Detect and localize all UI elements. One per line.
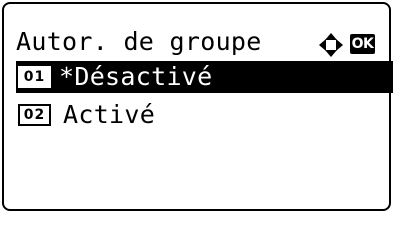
ok-key-icon: OK xyxy=(350,34,375,54)
four-way-arrow-icon xyxy=(319,33,343,57)
menu-item-label: *Désactivé xyxy=(59,62,213,91)
menu-item-disabled[interactable]: 01 *Désactivé xyxy=(16,61,393,93)
item-number-badge: 02 xyxy=(18,104,51,126)
lcd-panel: Autor. de groupe OK 01 *Désactivé 02 Act… xyxy=(2,2,393,211)
menu-item-label: Activé xyxy=(63,100,156,129)
screen-title: Autor. de groupe xyxy=(16,27,262,56)
item-number-badge: 01 xyxy=(18,66,51,88)
menu-item-enabled[interactable]: 02 Activé xyxy=(16,99,393,131)
